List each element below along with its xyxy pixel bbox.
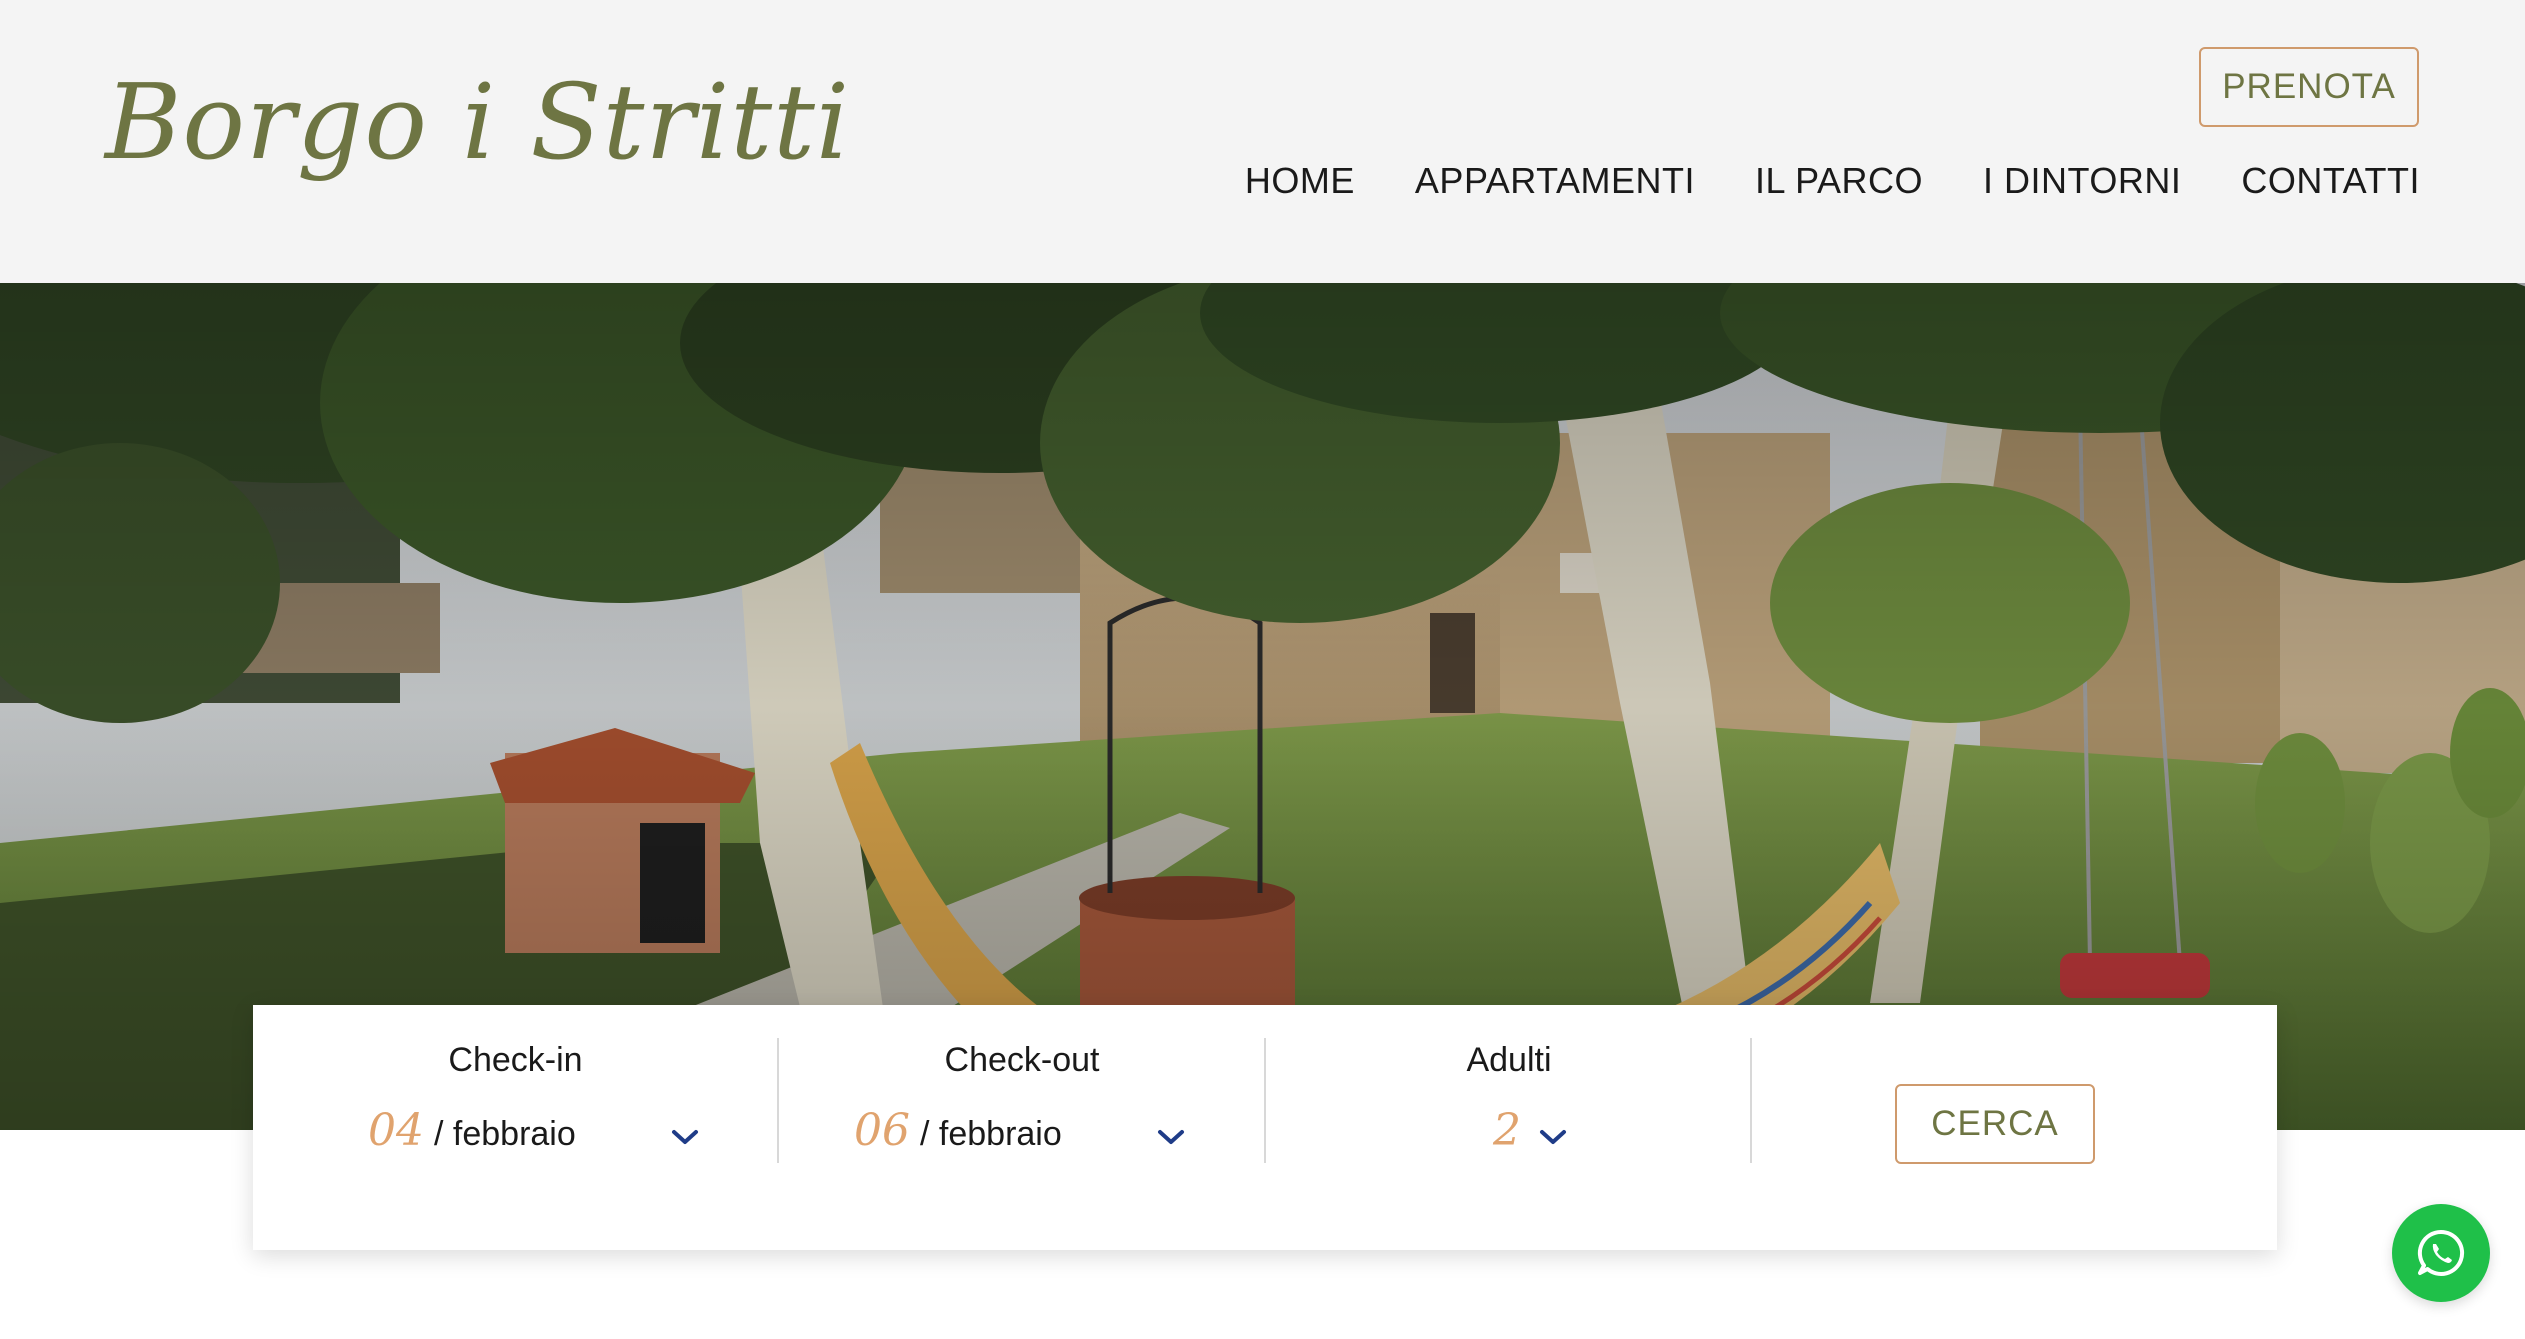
nav-appartamenti[interactable]: APPARTAMENTI: [1415, 160, 1695, 202]
checkout-day: 06: [854, 1105, 910, 1156]
checkout-date[interactable]: 06 / febbraio: [854, 1105, 1062, 1156]
adults-field[interactable]: Adulti 2: [1266, 1005, 1752, 1250]
adults-label: Adulti: [1466, 1041, 1552, 1079]
adults-select[interactable]: 2: [1493, 1105, 1521, 1156]
chevron-down-icon[interactable]: [670, 1127, 700, 1147]
adults-value: 2: [1493, 1105, 1521, 1156]
main-nav: HOME APPARTAMENTI IL PARCO I DINTORNI CO…: [1245, 160, 2420, 202]
site-header: Borgo i Stritti PRENOTA HOME APPARTAMENT…: [0, 0, 2525, 283]
logo[interactable]: Borgo i Stritti: [105, 70, 850, 174]
checkout-field[interactable]: Check-out 06 / febbraio: [779, 1005, 1265, 1250]
nav-il-parco[interactable]: IL PARCO: [1755, 160, 1923, 202]
checkin-label: Check-in: [448, 1041, 583, 1079]
nav-contatti[interactable]: CONTATTI: [2241, 160, 2420, 202]
nav-i-dintorni[interactable]: I DINTORNI: [1983, 160, 2181, 202]
checkin-month: / febbraio: [434, 1115, 576, 1153]
prenota-button[interactable]: PRENOTA: [2199, 47, 2419, 127]
checkout-month: / febbraio: [920, 1115, 1062, 1153]
chevron-down-icon[interactable]: [1538, 1127, 1568, 1147]
whatsapp-button[interactable]: [2392, 1204, 2490, 1302]
chevron-down-icon[interactable]: [1156, 1127, 1186, 1147]
checkin-field[interactable]: Check-in 04 / febbraio: [253, 1005, 778, 1250]
booking-bar: Check-in 04 / febbraio Check-out 06 / fe…: [253, 1005, 2277, 1250]
nav-home[interactable]: HOME: [1245, 160, 1355, 202]
checkout-label: Check-out: [944, 1041, 1100, 1079]
checkin-date[interactable]: 04 / febbraio: [368, 1105, 576, 1156]
search-button[interactable]: CERCA: [1895, 1084, 2095, 1164]
divider: [1750, 1038, 1752, 1163]
checkin-day: 04: [368, 1105, 424, 1156]
whatsapp-icon: [2417, 1229, 2465, 1276]
hero-image: [0, 283, 2525, 1130]
